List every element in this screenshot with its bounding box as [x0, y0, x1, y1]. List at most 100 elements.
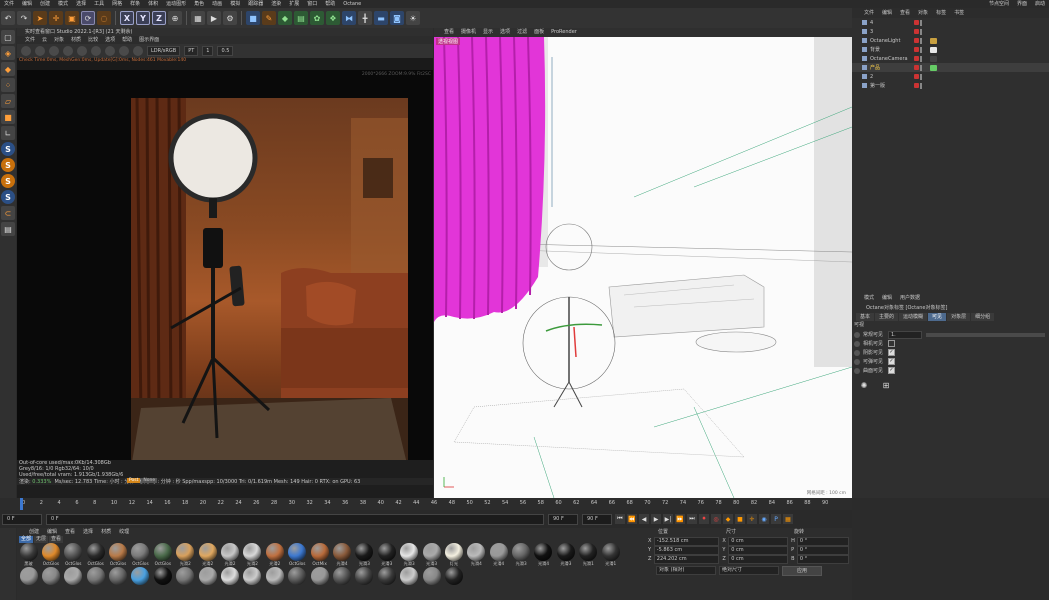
- object-row[interactable]: 4: [852, 18, 1049, 27]
- keyframe-rot-icon[interactable]: ✛: [747, 514, 757, 524]
- timeline-ruler[interactable]: 0 2 4 6 8 10 12 14 16 18 20 22 24 26 28 30 32 34 36 38 40 42 4…: [0, 498, 852, 510]
- object-row[interactable]: 3: [852, 27, 1049, 36]
- make-editable-icon[interactable]: ▢: [1, 30, 15, 44]
- lock-resolution-icon[interactable]: [133, 46, 143, 56]
- material-swatch[interactable]: [18, 567, 39, 585]
- attribute-tab[interactable]: 运动模糊: [899, 313, 928, 321]
- lv-menu-file[interactable]: 文件: [25, 36, 35, 44]
- autokey-icon[interactable]: ◎: [711, 514, 721, 524]
- stop-render-icon[interactable]: [63, 46, 73, 56]
- menu-spline[interactable]: 样条: [126, 0, 144, 8]
- render-region-icon[interactable]: ▦: [191, 11, 205, 25]
- material-swatch[interactable]: [354, 567, 375, 585]
- texture-mode-icon[interactable]: ◈: [1, 46, 15, 60]
- vp-menu-options[interactable]: 选项: [500, 28, 510, 37]
- filter-nolayer[interactable]: 无层: [34, 536, 49, 543]
- mat-menu-texture[interactable]: 纹理: [119, 528, 129, 536]
- visibility-toggle[interactable]: [914, 29, 919, 34]
- polygons-mode-icon[interactable]: ■: [1, 110, 15, 124]
- y-axis-button[interactable]: Y: [136, 11, 150, 25]
- menu-edit[interactable]: 编辑: [18, 0, 36, 8]
- material-swatch[interactable]: OctGlos: [108, 543, 129, 566]
- material-swatch[interactable]: 光滑2: [197, 543, 218, 566]
- visibility-toggle[interactable]: [914, 56, 919, 61]
- material-swatch[interactable]: [421, 567, 442, 585]
- render-visibility-dots[interactable]: [920, 73, 922, 80]
- material-swatch[interactable]: [197, 567, 218, 585]
- render-value-field[interactable]: 1: [202, 46, 214, 56]
- material-swatch[interactable]: [399, 567, 420, 585]
- material-swatch[interactable]: 光滑2: [175, 543, 196, 566]
- menu-extensions[interactable]: 扩展: [285, 0, 303, 8]
- render-visibility-dots[interactable]: [920, 19, 922, 26]
- end-frame-field-2[interactable]: 90 F: [582, 513, 612, 525]
- post-tag[interactable]: Post: [127, 478, 141, 483]
- undo-icon[interactable]: ↶: [1, 11, 15, 25]
- restart-render-icon[interactable]: [35, 46, 45, 56]
- menu-simulate[interactable]: 模拟: [226, 0, 244, 8]
- material-swatch[interactable]: [108, 567, 129, 585]
- om-menu-bookmarks[interactable]: 书签: [954, 8, 964, 18]
- coord-mode-select[interactable]: 对象 (相对): [656, 566, 716, 575]
- mat-menu-select[interactable]: 选择: [83, 528, 93, 536]
- material-swatch[interactable]: OctGlos: [85, 543, 106, 566]
- region-render-icon[interactable]: [77, 46, 87, 56]
- vp-menu-filter[interactable]: 过滤: [517, 28, 527, 37]
- attribute-value-field[interactable]: 1.: [888, 330, 922, 339]
- viewport-canvas[interactable]: 透视视图 网格间距: 100 cm: [434, 37, 852, 498]
- material-swatch[interactable]: [331, 567, 352, 585]
- deformer-icon[interactable]: ⧓: [342, 11, 356, 25]
- snap-s-icon[interactable]: S: [1, 142, 15, 156]
- render-visibility-dots[interactable]: [920, 46, 922, 53]
- menu-help[interactable]: 帮助: [321, 0, 339, 8]
- pick-material-icon[interactable]: [91, 46, 101, 56]
- material-swatch[interactable]: [85, 567, 106, 585]
- cube-icon[interactable]: ■: [246, 11, 260, 25]
- rot-h-field[interactable]: 0 °: [796, 537, 849, 546]
- animate-dot-icon[interactable]: [854, 331, 860, 338]
- material-swatch[interactable]: [220, 567, 241, 585]
- rotate-icon[interactable]: ⟳: [81, 11, 95, 25]
- mat-menu-material[interactable]: 材质: [101, 528, 111, 536]
- menu-select[interactable]: 选择: [72, 0, 90, 8]
- visibility-toggle[interactable]: [914, 20, 919, 25]
- menu-mode[interactable]: 模式: [54, 0, 72, 8]
- material-swatch[interactable]: 黑玻: [18, 543, 39, 566]
- keyframe-scale-icon[interactable]: ◉: [759, 514, 769, 524]
- visibility-toggle[interactable]: [914, 38, 919, 43]
- object-row[interactable]: OctaneCamera: [852, 54, 1049, 63]
- light-icon[interactable]: ☀: [406, 11, 420, 25]
- attribute-checkbox[interactable]: ✓: [888, 358, 895, 365]
- array-icon[interactable]: ▤: [294, 11, 308, 25]
- rot-b-field[interactable]: 0 °: [796, 555, 849, 564]
- go-start-icon[interactable]: ⏮: [615, 514, 625, 524]
- pos-x-field[interactable]: -152.518 cm: [653, 537, 720, 546]
- menu-animate[interactable]: 动画: [208, 0, 226, 8]
- material-swatch[interactable]: [242, 567, 263, 585]
- visibility-toggle[interactable]: [914, 74, 919, 79]
- object-row[interactable]: OctaneLight: [852, 36, 1049, 45]
- lv-menu-cloud[interactable]: 云: [42, 36, 47, 44]
- material-swatch[interactable]: [152, 567, 173, 585]
- object-tag-icon[interactable]: [930, 37, 937, 44]
- next-key-icon[interactable]: ⏩: [675, 514, 685, 524]
- om-menu-file[interactable]: 文件: [864, 8, 874, 18]
- camera-icon[interactable]: ◙: [390, 11, 404, 25]
- render-visibility-dots[interactable]: [920, 64, 922, 71]
- material-swatch[interactable]: [309, 567, 330, 585]
- field-icon[interactable]: ╋: [358, 11, 372, 25]
- octane-node-icon[interactable]: ⊞: [879, 378, 893, 392]
- next-frame-icon[interactable]: ▶|: [663, 514, 673, 524]
- animate-dot-icon[interactable]: [854, 340, 860, 347]
- menu-volume[interactable]: 体积: [144, 0, 162, 8]
- record-icon[interactable]: ⏺: [699, 514, 709, 524]
- prev-key-icon[interactable]: ⏪: [627, 514, 637, 524]
- pos-y-field[interactable]: -5.863 cm: [653, 546, 720, 555]
- material-swatch[interactable]: OctMix: [309, 543, 330, 566]
- material-swatch[interactable]: [443, 567, 464, 585]
- recent-tool-icon[interactable]: ◌: [97, 11, 111, 25]
- at-menu-edit[interactable]: 编辑: [882, 293, 892, 303]
- lv-menu-help[interactable]: 帮助: [122, 36, 132, 44]
- move-icon[interactable]: ✛: [49, 11, 63, 25]
- redo-icon[interactable]: ↷: [17, 11, 31, 25]
